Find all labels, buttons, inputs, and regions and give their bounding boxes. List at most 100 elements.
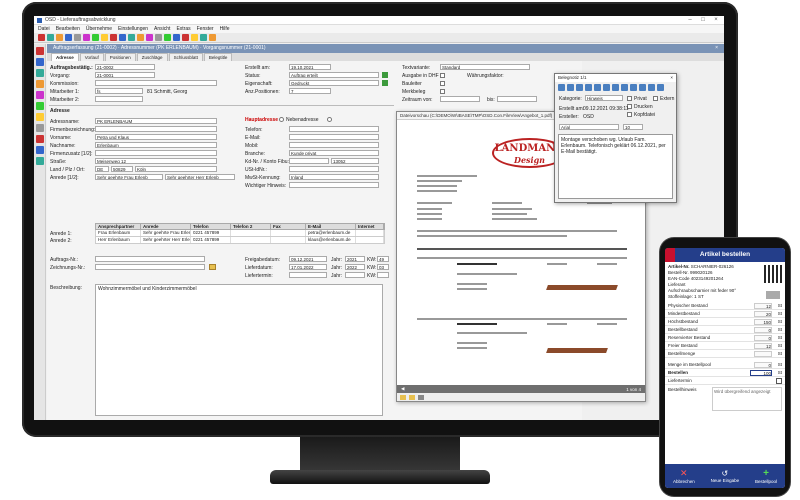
- note-tool-icon[interactable]: [558, 84, 565, 91]
- tab-vorlauf[interactable]: Vorlauf: [79, 53, 104, 61]
- toolbar-icon[interactable]: [83, 34, 90, 41]
- size-select[interactable]: 10: [623, 124, 643, 130]
- abbrechen-button[interactable]: ✕ Abbrechen: [673, 468, 695, 484]
- toolbar-icon[interactable]: [101, 34, 108, 41]
- zeitraum-von-field[interactable]: [440, 96, 480, 102]
- table-row[interactable]: Frau Erlenbaum Sehr geehrte Frau Erlen 0…: [95, 230, 385, 237]
- tab-schlussblatt[interactable]: Schlussblatt: [168, 53, 203, 61]
- kopf-checkbox[interactable]: [627, 112, 632, 117]
- save-folder-icon[interactable]: [409, 394, 415, 400]
- toolbar-icon[interactable]: [200, 34, 207, 41]
- nachname-field[interactable]: Erlenbaum: [95, 142, 217, 148]
- mwst-select[interactable]: Inland: [289, 174, 379, 180]
- freigabe-field[interactable]: 09.12.2021: [289, 256, 327, 262]
- minimize-icon[interactable]: –: [685, 17, 695, 23]
- plz-field[interactable]: 50829: [111, 166, 133, 172]
- freigabe-jahr-field[interactable]: 2021: [345, 256, 365, 262]
- tab-zuschlaege[interactable]: Zuschläge: [136, 53, 168, 61]
- ausgabe-checkbox[interactable]: [440, 73, 445, 78]
- note-tool-icon[interactable]: [621, 84, 628, 91]
- tab-adresse[interactable]: Adresse: [51, 53, 79, 61]
- nav-icon[interactable]: [36, 102, 44, 110]
- freigabe-kw-field[interactable]: 49: [377, 256, 389, 262]
- liefer-jahr-field[interactable]: 2022: [345, 264, 365, 270]
- nav-icon[interactable]: [36, 135, 44, 143]
- font-select[interactable]: Arial: [559, 124, 619, 130]
- mobil-field[interactable]: [289, 142, 379, 148]
- toolbar-icon[interactable]: [146, 34, 153, 41]
- firmenzusatz-field[interactable]: [95, 150, 217, 156]
- hinweis-field[interactable]: [289, 182, 379, 188]
- liefer-field[interactable]: 17.01.2022: [289, 264, 327, 270]
- beschreibung-textarea[interactable]: Wohnzimmermöbel und Kinderzimmermöbel: [95, 284, 383, 416]
- toolbar-icon[interactable]: [137, 34, 144, 41]
- nav-icon[interactable]: [36, 47, 44, 55]
- note-tool-icon[interactable]: [567, 84, 574, 91]
- extern-checkbox[interactable]: [653, 96, 658, 101]
- nav-icon[interactable]: [36, 69, 44, 77]
- phone-hinweis-field[interactable]: Wird übergreifend angezeigt: [712, 387, 782, 411]
- liefertermin-jahr-field[interactable]: [345, 272, 365, 278]
- privat-checkbox[interactable]: [627, 96, 632, 101]
- anrede2-field[interactable]: Sehr geehrter Herr Erlenb: [165, 174, 235, 180]
- folder-icon[interactable]: [209, 264, 216, 270]
- maximize-icon[interactable]: □: [698, 17, 708, 23]
- bestellen-input[interactable]: 100: [750, 370, 772, 376]
- toolbar-icon[interactable]: [38, 34, 45, 41]
- kommission-field[interactable]: [95, 80, 217, 86]
- calendar-icon[interactable]: [776, 378, 782, 384]
- toolbar-icon[interactable]: [182, 34, 189, 41]
- barcode-scan-icon[interactable]: [766, 291, 780, 299]
- land-field[interactable]: DE: [95, 166, 109, 172]
- konto-fibu-field[interactable]: 13052: [331, 158, 379, 164]
- open-folder-icon[interactable]: [400, 394, 406, 400]
- table-row[interactable]: Herr Erlenbaum Sehr geehrter Herr Erlen …: [95, 237, 385, 244]
- branche-select[interactable]: Kunde privat: [289, 150, 379, 156]
- header-close-icon[interactable]: ×: [715, 44, 718, 53]
- menu-einstellungen[interactable]: Einstellungen: [118, 26, 148, 32]
- tab-belegtitle[interactable]: Belegtitle: [203, 53, 233, 61]
- auftragsbestaetigung-field[interactable]: 21-0002: [95, 64, 155, 70]
- toolbar-icon[interactable]: [74, 34, 81, 41]
- menu-ansicht[interactable]: Ansicht: [154, 26, 170, 32]
- note-tool-icon[interactable]: [585, 84, 592, 91]
- nebenadresse-radio[interactable]: [279, 117, 284, 122]
- toolbar-icon[interactable]: [155, 34, 162, 41]
- menu-extras[interactable]: Extras: [176, 26, 190, 32]
- toolbar-icon[interactable]: [65, 34, 72, 41]
- vorgang-field[interactable]: 21-0001: [95, 72, 155, 78]
- auftragsnr-field[interactable]: [95, 256, 205, 262]
- menu-fenster[interactable]: Fenster: [197, 26, 214, 32]
- liefer-kw-field[interactable]: 03: [377, 264, 389, 270]
- firmenbezeichnung-field[interactable]: [95, 126, 217, 132]
- close-icon[interactable]: ×: [711, 17, 721, 23]
- liefertermin-kw-field[interactable]: [377, 272, 389, 278]
- nav-icon[interactable]: [36, 91, 44, 99]
- merkbeleg-checkbox[interactable]: [440, 89, 445, 94]
- neue-eingabe-button[interactable]: ↺ Neue Eingabe: [711, 469, 740, 483]
- nav-icon[interactable]: [36, 113, 44, 121]
- menu-hilfe[interactable]: Hilfe: [220, 26, 230, 32]
- zeitraum-bis-field[interactable]: [497, 96, 537, 102]
- toolbar-icon[interactable]: [110, 34, 117, 41]
- anrede1-field[interactable]: Sehr geehrte Frau Erlenb: [95, 174, 163, 180]
- bauleiter-checkbox[interactable]: [440, 81, 445, 86]
- eigenschaft-select[interactable]: Gedruckt: [289, 80, 379, 86]
- bestellpool-button[interactable]: + Bestellpool: [755, 468, 777, 484]
- strasse-field[interactable]: Meisenweg 12: [95, 158, 217, 164]
- toolbar-icon[interactable]: [119, 34, 126, 41]
- toolbar-icon[interactable]: [128, 34, 135, 41]
- menu-datei[interactable]: Datei: [38, 26, 50, 32]
- toolbar-icon[interactable]: [173, 34, 180, 41]
- email-field[interactable]: [289, 134, 379, 140]
- note-tool-icon[interactable]: [612, 84, 619, 91]
- erstellt-field[interactable]: 19.10.2021: [289, 64, 331, 70]
- prev-page-icon[interactable]: ◀: [401, 386, 404, 392]
- liefertermin-field[interactable]: [289, 272, 327, 278]
- telefon-field[interactable]: [289, 126, 379, 132]
- menu-bearbeiten[interactable]: Bearbeiten: [56, 26, 80, 32]
- toolbar-icon[interactable]: [92, 34, 99, 41]
- mitarbeiter2-field[interactable]: [95, 96, 143, 102]
- zeichnung-field[interactable]: [95, 264, 205, 270]
- note-tool-icon[interactable]: [594, 84, 601, 91]
